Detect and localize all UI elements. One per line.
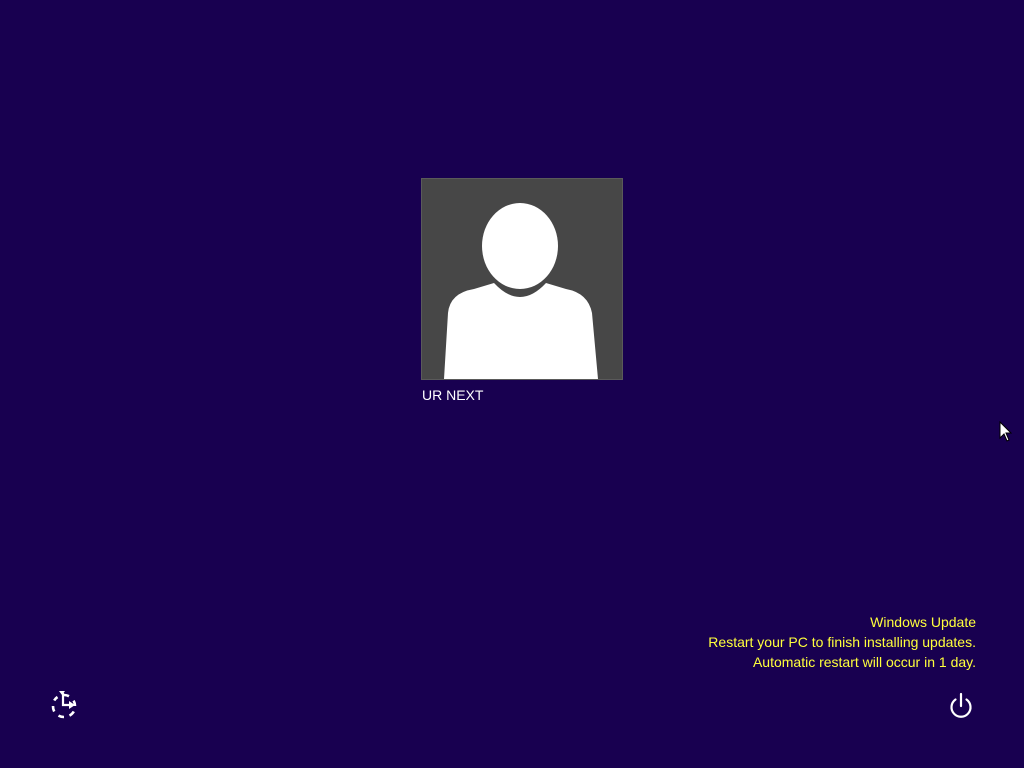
user-tile[interactable] (421, 178, 623, 380)
user-name: UR NEXT (422, 387, 484, 403)
user-avatar-icon (444, 203, 598, 379)
ease-of-access-icon (51, 691, 77, 719)
power-icon (950, 692, 972, 718)
windows-update-notice: Windows Update Restart your PC to finish… (708, 612, 976, 672)
ease-of-access-button[interactable] (48, 690, 80, 722)
mouse-cursor-icon (999, 421, 1013, 442)
update-title: Windows Update (870, 614, 976, 630)
update-message: Restart your PC to finish installing upd… (708, 634, 976, 650)
power-button[interactable] (945, 690, 977, 722)
update-restart-time: Automatic restart will occur in 1 day. (752, 654, 976, 670)
